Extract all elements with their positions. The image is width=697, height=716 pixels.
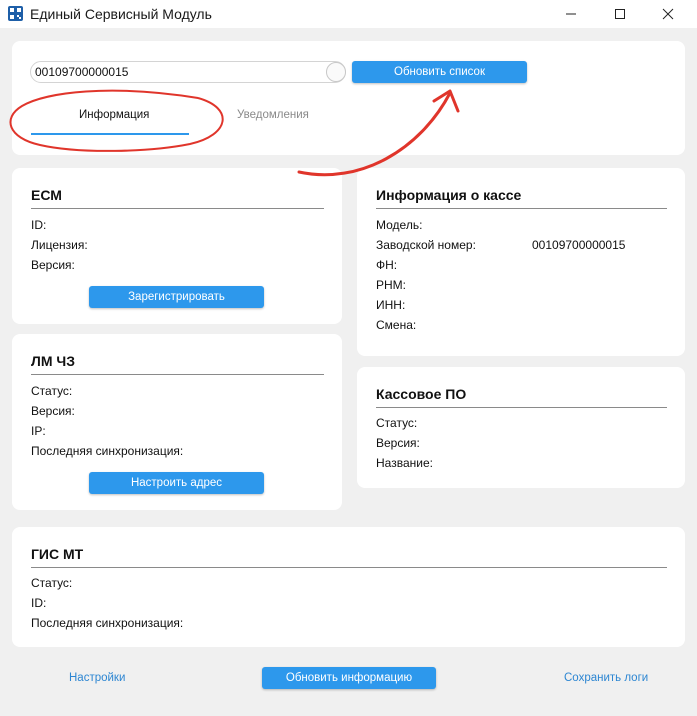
title-bar: Единый Сервисный Модуль [0, 0, 697, 28]
esm-title: ЕСМ [31, 187, 62, 203]
cash-software-card: Кассовое ПО Статус: Версия: Название: [357, 367, 685, 488]
settings-link[interactable]: Настройки [69, 672, 125, 684]
save-logs-link[interactable]: Сохранить логи [564, 672, 648, 684]
maximize-icon [615, 9, 625, 19]
close-icon [662, 8, 674, 20]
input-dropdown-toggle[interactable] [326, 62, 346, 82]
gis-title: ГИС МТ [31, 546, 84, 562]
lm-version-label: Версия: [31, 404, 75, 418]
gis-status-label: Статус: [31, 576, 73, 590]
lm-status-label: Статус: [31, 384, 73, 398]
divider [31, 374, 324, 375]
tab-information[interactable]: Информация [79, 109, 149, 121]
cash-shift-label: Смена: [376, 318, 417, 332]
lm-title: ЛМ ЧЗ [31, 353, 75, 369]
window-title: Единый Сервисный Модуль [30, 6, 212, 22]
cash-info-title: Информация о кассе [376, 187, 522, 203]
tab-notifications[interactable]: Уведомления [237, 109, 309, 121]
esm-id-label: ID: [31, 218, 47, 232]
software-status-label: Статус: [376, 416, 418, 430]
gis-last-sync-label: Последняя синхронизация: [31, 616, 184, 630]
software-name-label: Название: [376, 456, 433, 470]
serial-number-input[interactable]: 00109700000015 [30, 61, 346, 83]
maximize-button[interactable] [597, 0, 643, 28]
cash-software-title: Кассовое ПО [376, 386, 467, 402]
divider [376, 208, 667, 209]
cash-serial-label: Заводской номер: [376, 238, 476, 252]
divider [31, 567, 667, 568]
refresh-info-button[interactable]: Обновить информацию [262, 667, 436, 689]
qr-code-icon [8, 6, 23, 21]
esm-version-label: Версия: [31, 258, 75, 272]
cash-model-label: Модель: [376, 218, 423, 232]
lm-last-sync-label: Последняя синхронизация: [31, 444, 184, 458]
gis-id-label: ID: [31, 596, 47, 610]
minimize-icon [566, 13, 576, 15]
cash-serial-value: 00109700000015 [532, 238, 626, 252]
close-button[interactable] [645, 0, 691, 28]
gis-card: ГИС МТ Статус: ID: Последняя синхронизац… [12, 527, 685, 647]
software-version-label: Версия: [376, 436, 420, 450]
esm-license-label: Лицензия: [31, 238, 88, 252]
active-tab-indicator [31, 133, 189, 135]
lm-card: ЛМ ЧЗ Статус: Версия: IP: Последняя синх… [12, 334, 342, 510]
cash-info-card: Информация о кассе Модель: Заводской ном… [357, 168, 685, 356]
minimize-button[interactable] [548, 0, 594, 28]
configure-address-button[interactable]: Настроить адрес [89, 472, 264, 494]
divider [31, 208, 324, 209]
divider [376, 407, 667, 408]
refresh-list-button[interactable]: Обновить список [352, 61, 527, 83]
register-button[interactable]: Зарегистрировать [89, 286, 264, 308]
esm-card: ЕСМ ID: Лицензия: Версия: Зарегистрирова… [12, 168, 342, 324]
cash-inn-label: ИНН: [376, 298, 406, 312]
cash-fn-label: ФН: [376, 258, 398, 272]
top-panel [12, 41, 685, 155]
cash-rnm-label: РНМ: [376, 278, 406, 292]
lm-ip-label: IP: [31, 424, 46, 438]
